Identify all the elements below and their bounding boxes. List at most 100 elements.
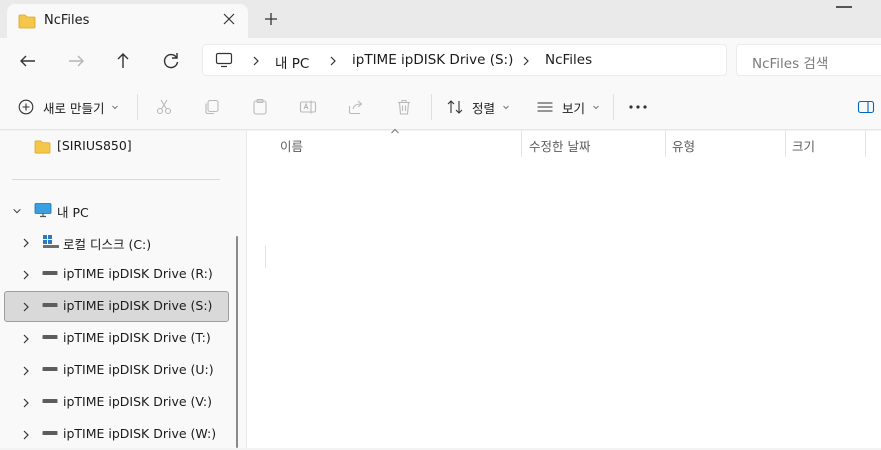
nav-item-this-pc[interactable]: 내 PC bbox=[4, 195, 229, 226]
column-header-label: 크기 bbox=[792, 139, 816, 154]
nav-item-sirius850[interactable]: [SIRIUS850] bbox=[4, 131, 229, 162]
view-button[interactable]: 보기 bbox=[536, 96, 601, 118]
nav-item-label: ipTIME ipDISK Drive (R:) bbox=[63, 266, 213, 281]
copy-icon bbox=[205, 99, 219, 115]
details-pane-icon bbox=[857, 100, 875, 114]
chevron-down-icon[interactable] bbox=[12, 205, 22, 217]
chevron-right-icon[interactable] bbox=[21, 429, 31, 441]
delete-button[interactable] bbox=[395, 96, 413, 118]
tab-ncfiles[interactable]: NcFiles bbox=[7, 4, 248, 38]
column-header-label: 수정한 날짜 bbox=[529, 139, 591, 154]
nav-item-label: [SIRIUS850] bbox=[57, 138, 132, 153]
sort-ascending-icon bbox=[391, 128, 399, 134]
breadcrumb-ncfiles[interactable]: NcFiles bbox=[545, 52, 592, 68]
forward-arrow-icon[interactable] bbox=[63, 48, 89, 74]
nav-item-drive-r[interactable]: ipTIME ipDISK Drive (R:) bbox=[4, 259, 229, 290]
folder-icon bbox=[18, 14, 36, 29]
rename-button[interactable] bbox=[299, 96, 317, 118]
chevron-down-icon bbox=[503, 105, 509, 110]
file-list[interactable]: 이름 수정한 날짜 유형 크기 bbox=[247, 128, 881, 448]
nav-divider bbox=[12, 179, 220, 180]
nav-item-drive-v[interactable]: ipTIME ipDISK Drive (V:) bbox=[4, 387, 229, 418]
column-header-size[interactable]: 크기 bbox=[786, 131, 865, 157]
column-header-name[interactable]: 이름 bbox=[247, 128, 522, 157]
more-icon bbox=[629, 105, 647, 109]
paste-button[interactable] bbox=[251, 96, 269, 118]
list-view-icon bbox=[537, 102, 553, 112]
nav-item-drive-t[interactable]: ipTIME ipDISK Drive (T:) bbox=[4, 323, 229, 354]
nav-item-drive-c[interactable]: 로컬 디스크 (C:) bbox=[4, 227, 229, 258]
copy-button[interactable] bbox=[203, 96, 221, 118]
chevron-right-icon[interactable] bbox=[21, 269, 31, 281]
breadcrumb-this-pc[interactable]: 내 PC bbox=[275, 52, 309, 72]
network-drive-icon bbox=[42, 303, 58, 307]
minimize-button[interactable] bbox=[836, 6, 852, 8]
column-header-label: 유형 bbox=[672, 139, 696, 154]
add-circle-icon bbox=[18, 99, 34, 115]
network-drive-icon bbox=[42, 399, 58, 403]
nav-item-label: 로컬 디스크 (C:) bbox=[63, 237, 152, 252]
chevron-right-icon[interactable] bbox=[21, 237, 31, 249]
chevron-right-icon[interactable] bbox=[21, 365, 31, 377]
new-tab-icon[interactable] bbox=[262, 10, 280, 28]
sort-button-label: 정렬 bbox=[472, 100, 496, 116]
column-header-label: 이름 bbox=[280, 139, 304, 154]
cut-button[interactable] bbox=[155, 96, 173, 118]
search-input[interactable]: NcFiles 검색 bbox=[736, 44, 881, 76]
chevron-down-icon bbox=[112, 105, 119, 110]
details-pane-button[interactable] bbox=[857, 96, 875, 118]
column-header-date-modified[interactable]: 수정한 날짜 bbox=[522, 131, 665, 157]
share-icon bbox=[348, 100, 363, 115]
chevron-right-icon[interactable] bbox=[21, 333, 31, 345]
breadcrumb-chevron-icon[interactable] bbox=[251, 54, 261, 68]
toolbar-divider bbox=[613, 94, 614, 120]
up-arrow-icon[interactable] bbox=[110, 48, 136, 74]
chevron-right-icon[interactable] bbox=[21, 397, 31, 409]
sort-button[interactable]: 정렬 bbox=[446, 96, 511, 118]
trash-icon bbox=[398, 99, 410, 115]
sort-icon bbox=[447, 100, 463, 114]
network-drive-icon bbox=[42, 431, 58, 435]
nav-item-label: ipTIME ipDISK Drive (V:) bbox=[63, 394, 213, 409]
new-button-label: 새로 만들기 bbox=[43, 100, 105, 116]
windows-drive-icon bbox=[43, 235, 59, 248]
address-row: 내 PC ipTIME ipDISK Drive (S:) NcFiles Nc… bbox=[0, 38, 881, 84]
refresh-icon[interactable] bbox=[158, 48, 184, 74]
folder-icon bbox=[34, 140, 51, 154]
toolbar-divider bbox=[137, 94, 138, 120]
chevron-right-icon[interactable] bbox=[21, 301, 31, 313]
monitor-icon bbox=[215, 52, 233, 68]
new-button[interactable]: 새로 만들기 bbox=[18, 96, 120, 118]
network-drive-icon bbox=[42, 271, 58, 275]
navigation-pane: [SIRIUS850] 내 PC 로컬 디스크 (C:) ipTIME ipDI… bbox=[0, 131, 246, 448]
nav-item-drive-s[interactable]: ipTIME ipDISK Drive (S:) bbox=[4, 291, 229, 322]
address-bar[interactable]: 내 PC ipTIME ipDISK Drive (S:) NcFiles bbox=[202, 44, 727, 76]
rename-icon bbox=[299, 100, 317, 114]
nav-scrollbar[interactable] bbox=[236, 236, 238, 448]
tab-title: NcFiles bbox=[44, 13, 90, 28]
nav-item-drive-u[interactable]: ipTIME ipDISK Drive (U:) bbox=[4, 355, 229, 386]
nav-item-label: ipTIME ipDISK Drive (W:) bbox=[63, 426, 217, 441]
network-drive-icon bbox=[42, 367, 58, 371]
chevron-down-icon bbox=[593, 105, 599, 110]
column-header-type[interactable]: 유형 bbox=[666, 131, 785, 157]
clipboard-icon bbox=[253, 98, 267, 115]
back-arrow-icon[interactable] bbox=[15, 48, 41, 74]
breadcrumb-drive-s[interactable]: ipTIME ipDISK Drive (S:) bbox=[352, 52, 513, 68]
more-options-button[interactable] bbox=[628, 96, 648, 118]
breadcrumb-chevron-icon[interactable] bbox=[521, 54, 531, 68]
nav-item-label: ipTIME ipDISK Drive (T:) bbox=[63, 330, 211, 345]
nav-item-label: ipTIME ipDISK Drive (S:) bbox=[63, 298, 213, 313]
focus-indicator bbox=[265, 246, 266, 268]
column-divider[interactable] bbox=[865, 131, 866, 157]
search-placeholder: NcFiles 검색 bbox=[752, 56, 829, 72]
breadcrumb-chevron-icon[interactable] bbox=[328, 54, 338, 68]
toolbar-divider bbox=[431, 94, 432, 120]
close-tab-icon[interactable] bbox=[221, 11, 237, 27]
share-button[interactable] bbox=[347, 96, 365, 118]
scissors-icon bbox=[156, 99, 172, 115]
nav-item-drive-w[interactable]: ipTIME ipDISK Drive (W:) bbox=[4, 419, 229, 450]
nav-item-label: 내 PC bbox=[57, 205, 89, 220]
title-bar: NcFiles bbox=[0, 0, 881, 38]
network-drive-icon bbox=[42, 335, 58, 339]
